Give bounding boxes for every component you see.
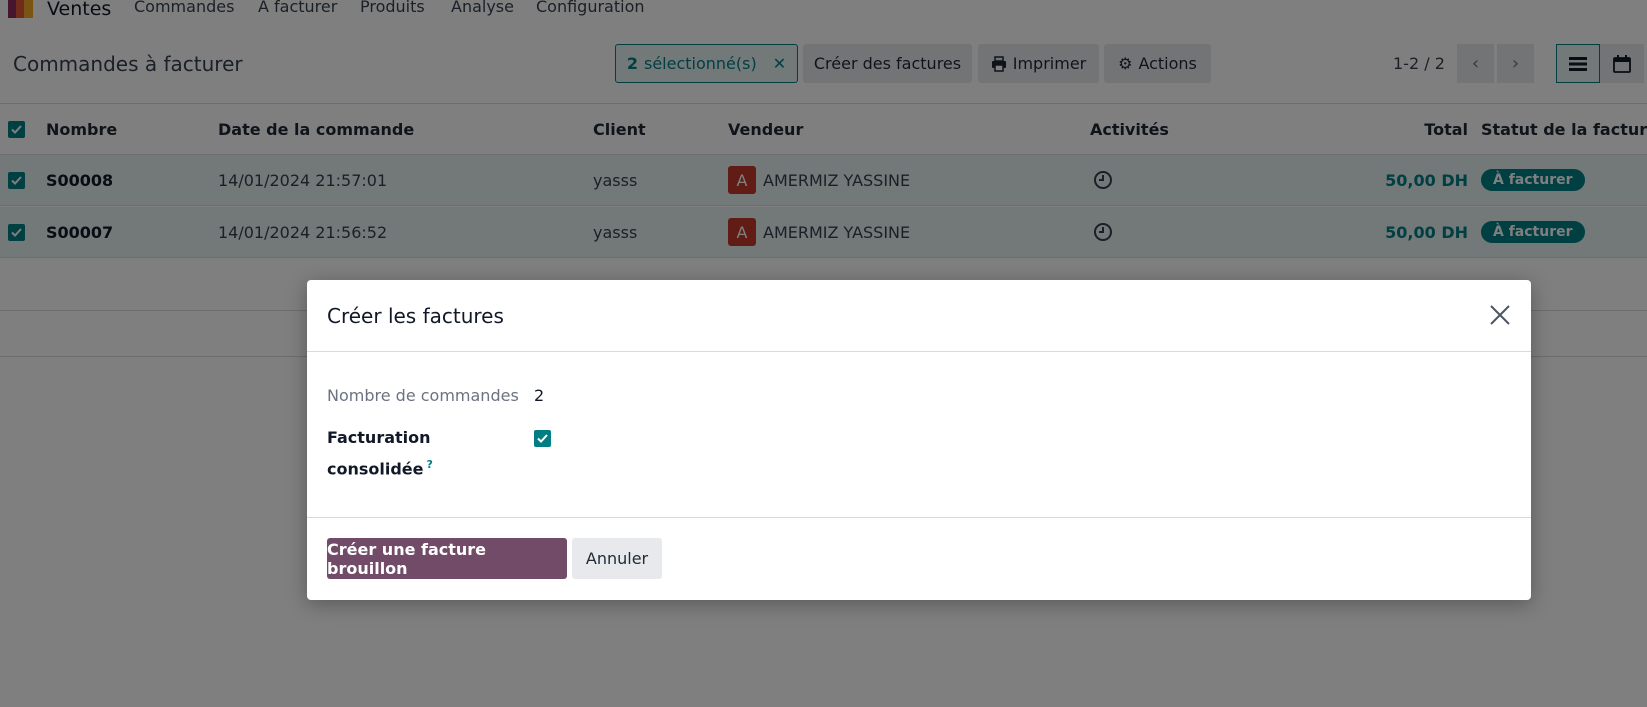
modal-header: Créer les factures xyxy=(307,280,1531,352)
orders-count-value: 2 xyxy=(534,386,545,405)
close-button[interactable] xyxy=(1487,302,1513,328)
modal-footer: Créer une facture brouillon Annuler xyxy=(307,517,1531,600)
consolidated-billing-label: Facturation consolidée? xyxy=(327,424,433,482)
consolidated-label-line-1: Facturation xyxy=(327,428,431,447)
create-invoices-dialog: Créer les factures Nombre de commandes 2… xyxy=(307,280,1531,600)
consolidated-label-line-2: consolidée xyxy=(327,459,424,479)
check-icon xyxy=(537,434,548,443)
orders-count-label: Nombre de commandes xyxy=(327,386,519,405)
help-tooltip-icon[interactable]: ? xyxy=(427,458,433,471)
cancel-button[interactable]: Annuler xyxy=(572,538,662,579)
modal-title: Créer les factures xyxy=(327,304,504,328)
close-icon xyxy=(1490,305,1510,325)
consolidated-billing-checkbox[interactable] xyxy=(534,430,551,447)
create-draft-invoice-button[interactable]: Créer une facture brouillon xyxy=(327,538,567,579)
